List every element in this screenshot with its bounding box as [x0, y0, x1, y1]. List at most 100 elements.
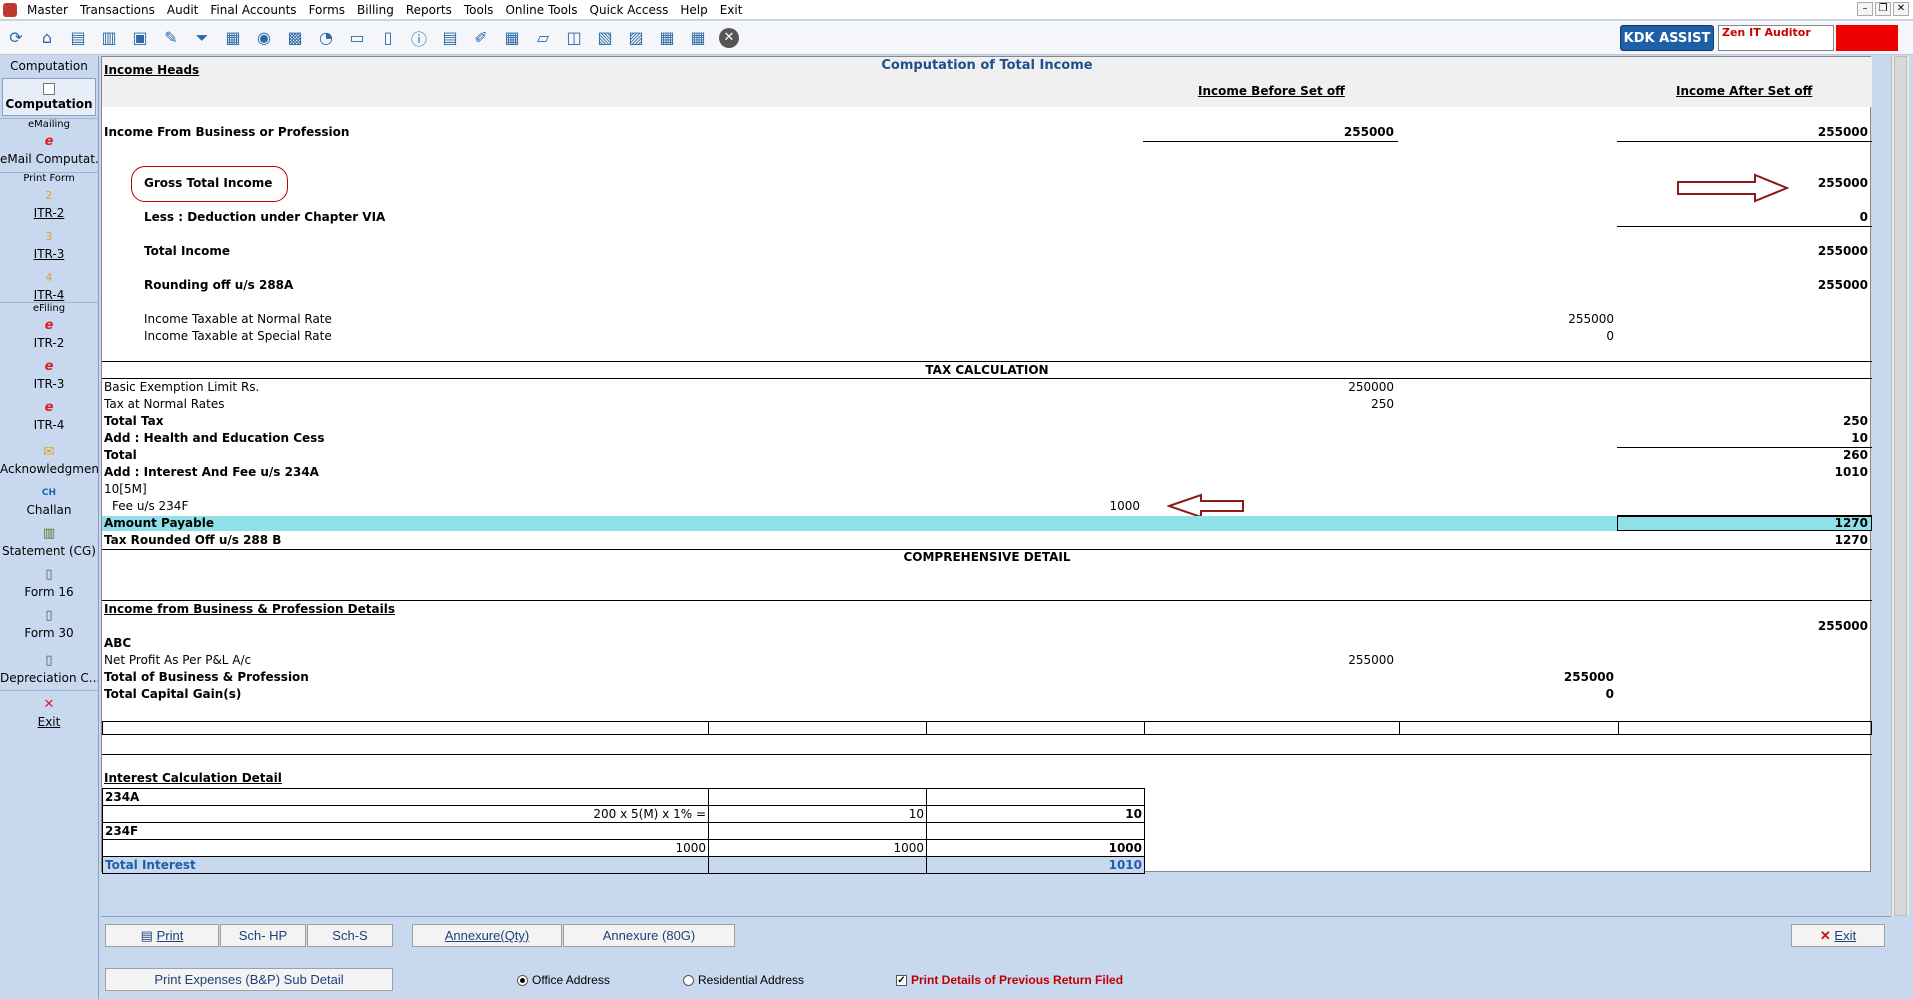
book-icon[interactable]: ▯ — [374, 25, 402, 51]
table-row: 234A — [102, 788, 1145, 806]
divider — [102, 378, 1872, 379]
sidebar-item-exit[interactable]: ✕ Exit — [0, 690, 98, 731]
efile-icon: e — [44, 400, 54, 415]
sidebar-item-computation[interactable]: Computation — [2, 78, 96, 116]
sidebar-item-challan[interactable]: CH Challan — [0, 481, 98, 522]
bs-icon[interactable]: ▧ — [591, 25, 619, 51]
menu-bar: Master Transactions Audit Final Accounts… — [0, 0, 1913, 20]
table-cell: 10 — [708, 805, 927, 823]
residential-address-radio[interactable]: Residential Address — [683, 973, 804, 987]
sidebar-item-label: Challan — [26, 503, 72, 517]
menu-final-accounts[interactable]: Final Accounts — [204, 3, 302, 17]
menu-forms[interactable]: Forms — [303, 3, 351, 17]
office-address-radio[interactable]: Office Address — [517, 973, 610, 987]
close-icon[interactable]: ✕ — [715, 25, 743, 51]
menu-help[interactable]: Help — [674, 3, 713, 17]
menu-transactions[interactable]: Transactions — [74, 3, 161, 17]
minimize-icon[interactable]: – — [1857, 2, 1873, 16]
close-window-icon[interactable]: ✕ — [1893, 2, 1909, 16]
annexure-qty-button[interactable]: Annexure(Qty) — [412, 924, 562, 947]
itr2-icon: 2 — [45, 189, 53, 202]
menu-audit[interactable]: Audit — [161, 3, 204, 17]
sidebar-item-form16[interactable]: ▯ Form 16 — [0, 563, 98, 604]
sidebar-item-label: Exit — [37, 715, 61, 729]
calendar-icon[interactable]: ▦ — [498, 25, 526, 51]
vertical-scrollbar[interactable] — [1891, 56, 1909, 916]
edit-icon[interactable]: ✐ — [467, 25, 495, 51]
normal-tax-value: 250 — [1371, 397, 1394, 411]
normal-tax-label: Tax at Normal Rates — [104, 397, 225, 411]
tax-icon[interactable]: ▦ — [219, 25, 247, 51]
sidebar-item-form30[interactable]: ▯ Form 30 — [0, 604, 98, 645]
sidebar-item-print-itr3[interactable]: 3 ITR-3 — [0, 225, 98, 266]
pay-icon[interactable]: ▭ — [343, 25, 371, 51]
sidebar-item-acknowledgment[interactable]: ✉ Acknowledgment — [0, 440, 98, 481]
sidebar-item-statement-cg[interactable]: ▥ Statement (CG) — [0, 522, 98, 563]
special-rate-label: Income Taxable at Special Rate — [144, 329, 332, 343]
3cd-icon[interactable]: ▦ — [653, 25, 681, 51]
sidebar-item-label: Acknowledgment — [0, 462, 98, 476]
menu-quick-access[interactable]: Quick Access — [584, 3, 675, 17]
menu-online-tools[interactable]: Online Tools — [499, 3, 583, 17]
divider — [102, 361, 1872, 362]
sidebar-item-label: ITR-2 — [33, 336, 65, 350]
statement-icon: ▥ — [42, 526, 56, 541]
menu-tools[interactable]: Tools — [458, 3, 500, 17]
home-icon[interactable]: ⌂ — [33, 25, 61, 51]
restore-icon[interactable]: ❐ — [1875, 2, 1891, 16]
normal-rate-label: Income Taxable at Normal Rate — [144, 312, 332, 326]
sidebar-item-print-itr4[interactable]: 4 ITR-4 — [0, 266, 98, 302]
total-tax-value: 250 — [1842, 414, 1868, 428]
sidebar-item-print-itr2[interactable]: 2 ITR-2 — [0, 184, 98, 225]
sidebar-item-label: ITR-4 — [33, 288, 65, 302]
media-icon[interactable]: ◉ — [250, 25, 278, 51]
sidebar-item-depreciation[interactable]: ▯ Depreciation C... — [0, 649, 98, 690]
ledger-icon[interactable]: ▤ — [64, 25, 92, 51]
chart-icon[interactable]: ▥ — [95, 25, 123, 51]
gift-icon[interactable]: ▣ — [126, 25, 154, 51]
exit-icon: ✕ — [1819, 928, 1835, 943]
info-icon[interactable]: ⓘ — [405, 25, 433, 51]
tools-icon[interactable]: ✎ — [157, 25, 185, 51]
kdk-assist-button[interactable]: KDK ASSIST — [1620, 25, 1714, 51]
net-profit-label: Net Profit As Per P&L A/c — [104, 653, 252, 667]
rounded-value: 1270 — [1834, 533, 1868, 547]
sidebar-item-label: Form 16 — [24, 585, 74, 599]
tax2-icon[interactable]: ▨ — [622, 25, 650, 51]
menu-billing[interactable]: Billing — [351, 3, 400, 17]
challan-icon: CH — [41, 488, 57, 498]
print-expenses-button[interactable]: Print Expenses (B&P) Sub Detail — [105, 968, 393, 991]
menu-exit[interactable]: Exit — [714, 3, 749, 17]
annexure-80g-button[interactable]: Annexure (80G) — [563, 924, 735, 947]
total-interest-label: Total Interest — [102, 856, 709, 874]
menu-master[interactable]: Master — [21, 3, 74, 17]
window-icon[interactable]: ◫ — [560, 25, 588, 51]
fee-label: Fee u/s 234F — [112, 499, 189, 513]
radio-dot — [683, 974, 694, 986]
total-label: Total — [104, 448, 137, 462]
window-controls: – ❐ ✕ — [1857, 2, 1909, 16]
report-icon[interactable]: ▤ — [436, 25, 464, 51]
print-previous-return-checkbox[interactable]: ✓ Print Details of Previous Return Filed — [896, 973, 1123, 987]
table-row: 234F — [102, 822, 1145, 840]
exit-button[interactable]: ✕ Exit — [1791, 924, 1885, 947]
print-button[interactable]: ▤ Print — [105, 924, 219, 947]
deduction-value: 0 — [1859, 210, 1868, 224]
sidebar-item-label: ITR-3 — [33, 377, 65, 391]
refresh-icon[interactable]: ⟳ — [2, 25, 30, 51]
grid-icon[interactable]: ▦ — [684, 25, 712, 51]
table-cell: 1000 — [102, 839, 709, 857]
sidebar-item-efile-itr3[interactable]: e ITR-3 — [0, 355, 98, 396]
sidebar-item-email-computation[interactable]: e eMail Computat... — [0, 130, 98, 172]
folder-add-icon[interactable]: ▱ — [529, 25, 557, 51]
filter-icon[interactable]: ⏷ — [188, 25, 216, 51]
sidebar-item-efile-itr4[interactable]: e ITR-4 — [0, 396, 98, 440]
pie-icon[interactable]: ◔ — [312, 25, 340, 51]
sch-hp-button[interactable]: Sch- HP — [220, 924, 306, 947]
sidebar-item-efile-itr2[interactable]: e ITR-2 — [0, 314, 98, 355]
menu-reports[interactable]: Reports — [400, 3, 458, 17]
calculator-icon[interactable]: ▩ — [281, 25, 309, 51]
table-cell: 200 x 5(M) x 1% = — [102, 805, 709, 823]
sch-s-button[interactable]: Sch-S — [307, 924, 393, 947]
scroll-thumb[interactable] — [1894, 56, 1907, 916]
